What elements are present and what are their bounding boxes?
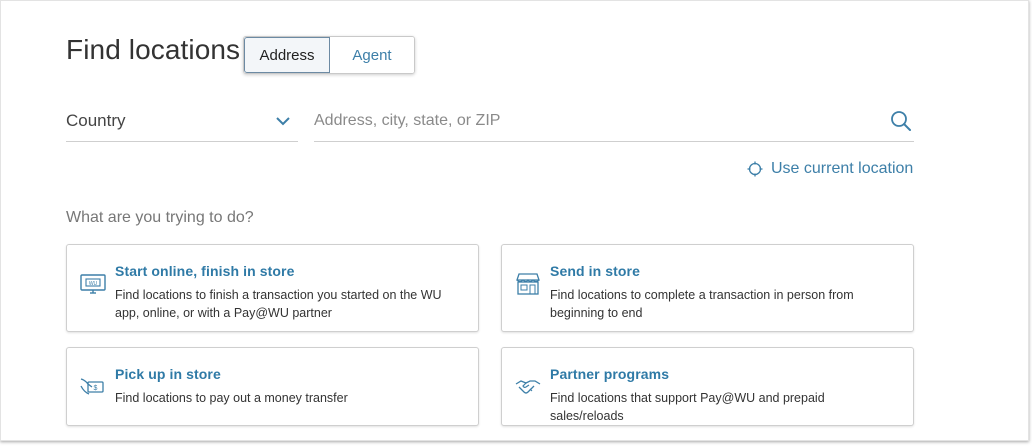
svg-text:WU: WU	[89, 281, 98, 287]
option-card-partner-programs[interactable]: Partner programs Find locations that sup…	[501, 347, 914, 426]
search-mode-toggle: Address Agent	[243, 36, 415, 74]
page-title: Find locations	[66, 34, 241, 65]
option-card-title: Start online, finish in store	[115, 263, 295, 279]
storefront-icon	[516, 273, 540, 295]
use-current-location-link[interactable]: Use current location	[747, 160, 913, 178]
option-card-description: Find locations that support Pay@WU and p…	[550, 391, 825, 423]
page-frame: Find locations Address Agent Country Use…	[0, 0, 1029, 441]
option-card-pick-up-in-store[interactable]: $ Pick up in store Find locations to pay…	[66, 347, 479, 426]
location-crosshair-icon	[747, 161, 763, 177]
country-select-label: Country	[66, 111, 126, 130]
address-search-field	[314, 101, 914, 142]
option-card-title: Pick up in store	[115, 366, 221, 382]
monitor-icon: WU	[80, 274, 106, 294]
use-current-location-label: Use current location	[771, 160, 914, 177]
hand-money-icon: $	[80, 378, 104, 395]
option-card-send-in-store[interactable]: Send in store Find locations to complete…	[501, 244, 914, 332]
tab-address[interactable]: Address	[244, 37, 330, 73]
handshake-icon	[515, 380, 541, 394]
option-card-title: Partner programs	[550, 366, 670, 382]
tab-agent[interactable]: Agent	[330, 37, 414, 73]
country-select[interactable]: Country	[66, 101, 298, 142]
svg-text:$: $	[94, 385, 98, 392]
page-header: Find locations	[66, 34, 240, 66]
option-card-description: Find locations to pay out a money transf…	[115, 391, 348, 405]
chevron-down-icon	[276, 117, 290, 126]
address-input[interactable]	[314, 105, 888, 137]
option-card-title: Send in store	[550, 263, 640, 279]
option-card-description: Find locations to complete a transaction…	[550, 288, 854, 320]
search-icon[interactable]	[888, 108, 914, 134]
options-heading: What are you trying to do?	[66, 209, 254, 226]
option-card-start-online[interactable]: WU Start online, finish in store Find lo…	[66, 244, 479, 332]
option-card-description: Find locations to finish a transaction y…	[115, 288, 442, 320]
